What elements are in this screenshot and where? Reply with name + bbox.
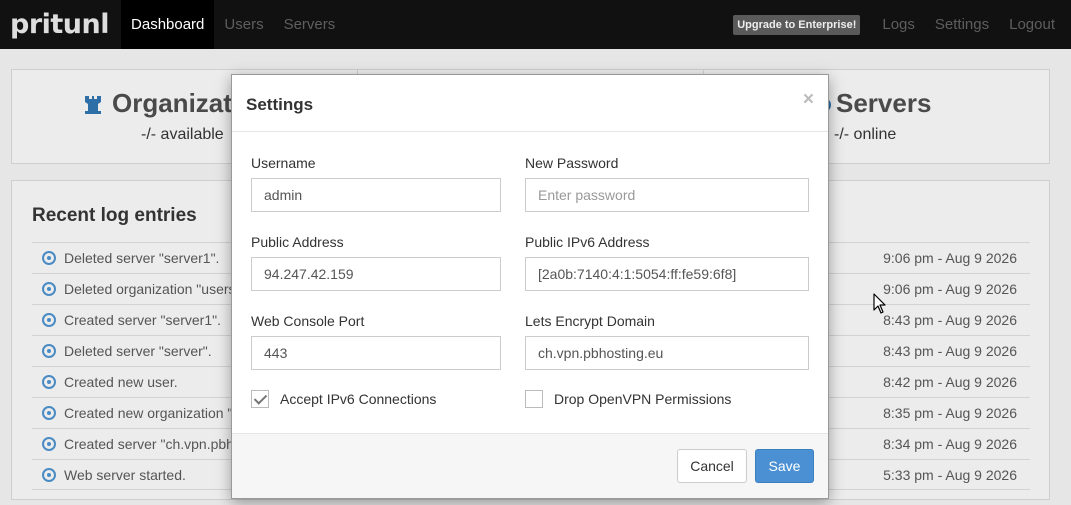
- username-input[interactable]: [251, 178, 501, 212]
- settings-modal: Settings × Username New Password Public …: [231, 74, 829, 499]
- close-icon[interactable]: ×: [803, 89, 814, 111]
- new-password-input[interactable]: [525, 178, 809, 212]
- web-console-port-input[interactable]: [251, 336, 501, 370]
- username-label: Username: [251, 155, 316, 171]
- drop-openvpn-checkbox[interactable]: Drop OpenVPN Permissions: [525, 390, 731, 408]
- modal-header: Settings ×: [232, 75, 828, 132]
- public-address-input[interactable]: [251, 257, 501, 291]
- drop-openvpn-label: Drop OpenVPN Permissions: [554, 391, 732, 407]
- checkbox-checked-icon[interactable]: [251, 390, 269, 408]
- public-ipv6-input[interactable]: [525, 257, 809, 291]
- accept-ipv6-label: Accept IPv6 Connections: [280, 391, 437, 407]
- mouse-cursor-icon: [873, 293, 887, 320]
- modal-title: Settings: [246, 95, 314, 114]
- lets-encrypt-label: Lets Encrypt Domain: [525, 313, 655, 329]
- accept-ipv6-checkbox[interactable]: Accept IPv6 Connections: [251, 390, 436, 408]
- checkbox-unchecked-icon[interactable]: [525, 390, 543, 408]
- save-button[interactable]: Save: [755, 449, 814, 483]
- modal-footer: Cancel Save: [232, 433, 828, 498]
- public-ipv6-label: Public IPv6 Address: [525, 234, 650, 250]
- web-console-port-label: Web Console Port: [251, 313, 365, 329]
- cancel-button[interactable]: Cancel: [677, 449, 747, 483]
- public-address-label: Public Address: [251, 234, 344, 250]
- lets-encrypt-input[interactable]: [525, 336, 809, 370]
- new-password-label: New Password: [525, 155, 619, 171]
